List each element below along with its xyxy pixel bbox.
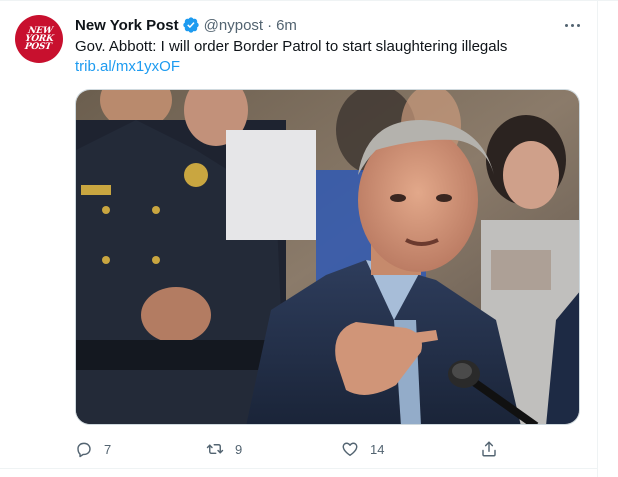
retweet-button[interactable]: 9	[206, 437, 242, 461]
tweet-card[interactable]: NEW YORK POST New York Post @nypost · 6m…	[0, 0, 618, 477]
retweet-count: 9	[235, 441, 243, 457]
reply-button[interactable]: 7	[75, 437, 111, 461]
share-button[interactable]	[480, 437, 498, 461]
heart-icon	[341, 440, 359, 458]
photo-illustration	[76, 90, 579, 424]
author-handle[interactable]: @nypost	[204, 17, 263, 34]
tweet-media-photo[interactable]	[75, 89, 580, 425]
tweet-link[interactable]: trib.al/mx1yxOF	[75, 57, 180, 77]
avatar-logo: NEW YORK POST	[23, 26, 55, 52]
separator-dot: ·	[267, 16, 273, 34]
reply-icon	[75, 440, 93, 458]
retweet-icon	[206, 440, 224, 458]
avatar[interactable]: NEW YORK POST	[15, 15, 63, 63]
timestamp[interactable]: 6m	[276, 17, 297, 34]
tweet-actions: 7 9 14	[75, 437, 585, 461]
more-options-icon[interactable]	[562, 17, 582, 33]
tweet-header: New York Post @nypost · 6m	[75, 14, 297, 36]
divider	[0, 468, 597, 469]
author-name[interactable]: New York Post	[75, 17, 179, 34]
divider	[597, 0, 598, 477]
share-icon	[480, 440, 498, 458]
verified-badge-icon	[182, 16, 200, 34]
like-count: 14	[370, 441, 385, 457]
tweet-text: Gov. Abbott: I will order Border Patrol …	[75, 38, 508, 55]
reply-count: 7	[104, 441, 112, 457]
like-button[interactable]: 14	[341, 437, 384, 461]
divider	[0, 0, 618, 1]
avatar-logo-line: POST	[23, 42, 52, 52]
